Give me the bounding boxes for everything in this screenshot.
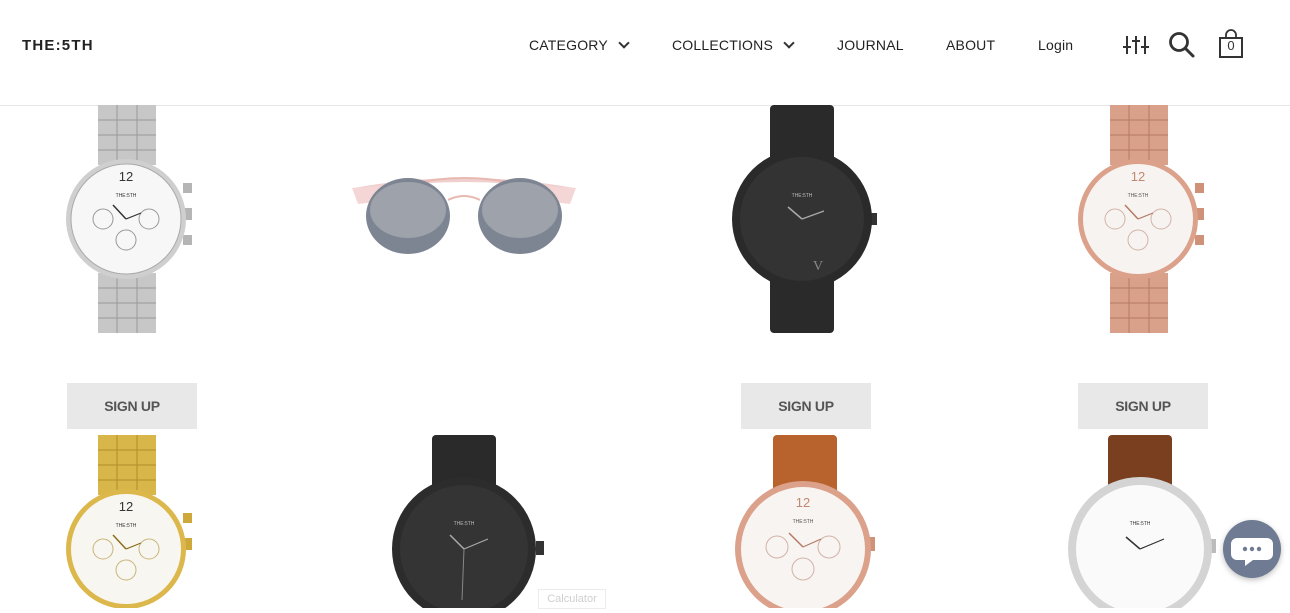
product-image-rose-gold-brown-leather[interactable]: 12 THE:5TH [735,435,877,613]
product-image-rose-gold-chronograph[interactable]: 12 THE:5TH [1075,105,1210,333]
cart-icon[interactable]: 0 [1218,29,1244,59]
calculator-tooltip: Calculator [538,589,606,609]
site-header: THE:5TH CATEGORY COLLECTIONS JOURNAL ABO… [0,0,1290,106]
search-icon[interactable] [1168,31,1196,64]
nav-journal-label: JOURNAL [837,37,904,53]
cart-count: 0 [1227,38,1235,53]
nav-about-label: ABOUT [946,37,996,53]
svg-text:12: 12 [119,169,133,184]
nav-collections-label: COLLECTIONS [672,37,773,53]
nav-collections[interactable]: COLLECTIONS [672,37,795,53]
nav-category-label: CATEGORY [529,37,608,53]
nav-category[interactable]: CATEGORY [529,37,630,53]
chat-bubble-icon [1231,538,1273,566]
svg-text:THE:5TH: THE:5TH [116,193,137,199]
nav-login[interactable]: Login [1038,37,1073,53]
svg-text:THE:5TH: THE:5TH [454,521,475,527]
nav-journal[interactable]: JOURNAL [837,37,904,53]
product-image-silver-brown-leather[interactable]: THE:5TH [1068,435,1218,613]
nav-about[interactable]: ABOUT [946,37,995,53]
chevron-down-icon [618,37,630,49]
filter-icon[interactable] [1122,32,1150,63]
svg-text:THE:5TH: THE:5TH [793,519,814,525]
product-image-black-matte[interactable]: THE:5TH [392,435,544,613]
svg-text:V: V [813,259,823,274]
svg-text:12: 12 [119,499,133,514]
signup-button-4[interactable]: SIGN UP [1078,383,1208,429]
site-logo[interactable]: THE:5TH [22,37,94,54]
product-image-silver-chronograph[interactable]: 12 THE:5TH [63,105,198,333]
svg-text:12: 12 [796,495,810,510]
svg-text:THE:5TH: THE:5TH [792,193,813,199]
svg-text:THE:5TH: THE:5TH [1128,193,1149,199]
product-image-gold-chronograph[interactable]: 12 THE:5TH [63,435,198,609]
chat-button[interactable] [1223,520,1281,578]
nav-login-label: Login [1038,37,1074,53]
product-image-sunglasses[interactable] [350,170,578,264]
product-image-black-leather[interactable]: THE:5TH V [732,105,878,333]
svg-text:12: 12 [1131,169,1145,184]
svg-text:THE:5TH: THE:5TH [1130,521,1151,527]
signup-button-3[interactable]: SIGN UP [741,383,871,429]
svg-text:THE:5TH: THE:5TH [116,523,137,529]
signup-button-1[interactable]: SIGN UP [67,383,197,429]
chevron-down-icon [783,37,795,49]
